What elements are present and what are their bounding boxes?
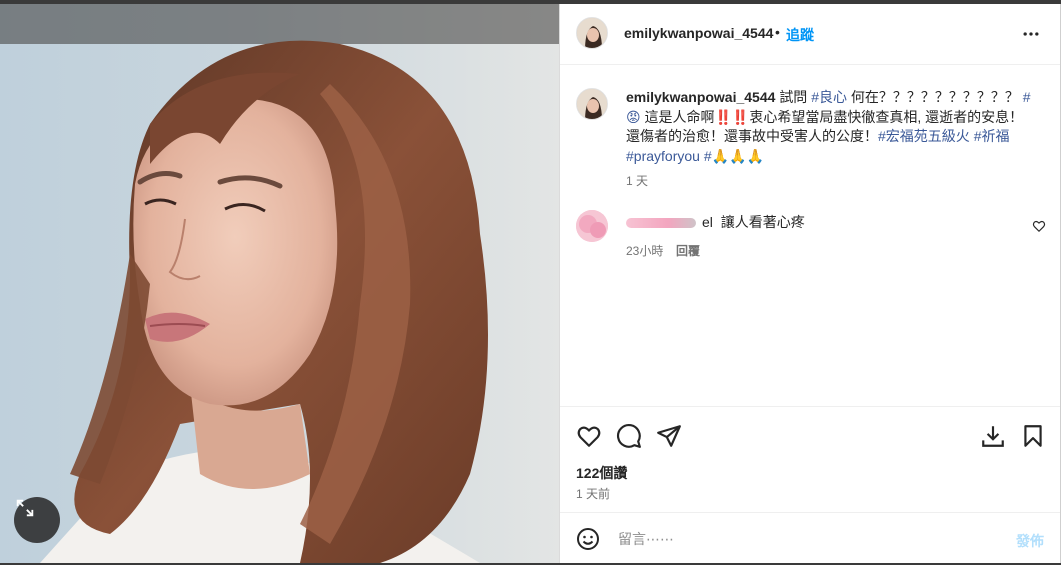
caption-username[interactable]: emilykwanpowai_4544 [626,89,775,105]
download-icon[interactable] [980,423,1006,449]
expand-icon [16,499,34,517]
author-username[interactable]: emilykwanpowai_4544 [624,25,773,41]
avatar-image [576,210,608,242]
comment-composer: 發佈 [560,512,1060,563]
hashtag-link[interactable]: #宏福苑五級火 [878,128,970,144]
commenter-username-suffix[interactable]: el [702,214,713,230]
commenter-username-redacted[interactable] [626,218,696,229]
hashtag-link[interactable]: #prayforyou [626,148,700,164]
caption-author-avatar[interactable] [576,88,608,120]
comment-like-heart-icon[interactable] [1032,219,1046,233]
comment-icon[interactable] [616,423,642,449]
send-icon[interactable] [656,423,682,449]
post-caption: emilykwanpowai_4544 試問 #良心 何在？？？？？？？？？？ … [626,88,1036,166]
comment-timestamp[interactable]: 23小時 [626,242,663,259]
heart-icon[interactable] [576,423,602,449]
separator-dot: • [775,24,780,40]
like-count[interactable]: 122個讚 [576,463,627,483]
emoji-icon[interactable] [576,527,600,551]
caption-timestamp[interactable]: 1 天 [626,172,648,189]
action-bar: 122個讚 1 天前 [560,406,1060,512]
hashtag-link[interactable]: #🙏🙏🙏 [704,148,764,164]
commenter-avatar[interactable] [576,210,608,242]
post-image [0,4,559,563]
bookmark-icon[interactable] [1020,423,1046,449]
more-horizontal-icon[interactable] [1020,24,1042,44]
comment-input[interactable] [616,526,980,552]
avatar-image [577,89,607,119]
post-side-panel: emilykwanpowai_4544 • 追蹤 emilykwanpowai_… [559,4,1060,563]
post-header: emilykwanpowai_4544 • 追蹤 [560,4,1060,65]
avatar-image [577,18,607,48]
caption-text: 試問 [779,89,808,105]
hashtag-link[interactable]: #祈福 [974,128,1010,144]
comment-text: 讓人看著心疼 [720,214,805,230]
post-comment-button[interactable]: 發佈 [1016,531,1044,551]
portrait-photo [0,4,559,563]
expand-button[interactable] [14,497,60,543]
author-avatar[interactable] [576,17,608,49]
hashtag-link[interactable]: #良心 [811,89,847,105]
caption-text: 何在？？？？？？？？？？ [850,89,1019,105]
comment-body: el 讓人看著心疼 [626,212,805,232]
post-time-ago[interactable]: 1 天前 [576,485,610,502]
follow-button[interactable]: 追蹤 [786,25,814,45]
reply-button[interactable]: 回覆 [676,242,700,259]
